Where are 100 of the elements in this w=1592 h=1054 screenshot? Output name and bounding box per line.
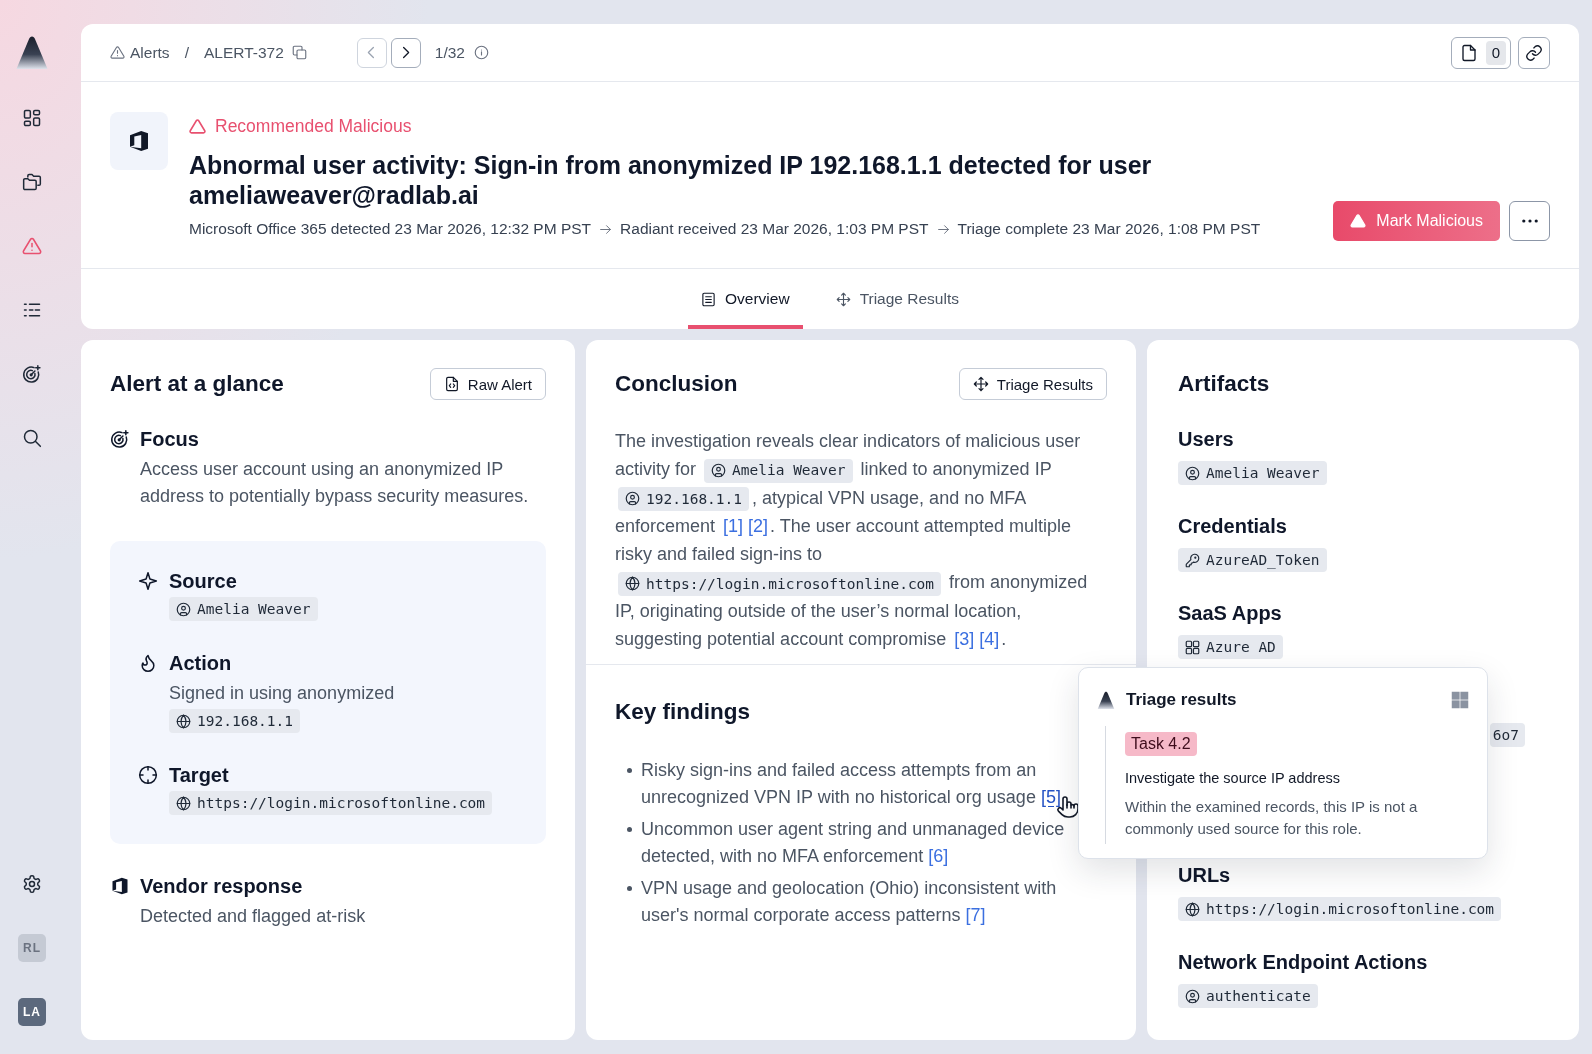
app-logo-icon [1097, 691, 1115, 709]
bullet-icon [627, 886, 632, 891]
triangle-icon [189, 117, 206, 135]
next-button[interactable] [390, 37, 421, 68]
app-logo-icon [15, 35, 49, 69]
globe-icon [1185, 901, 1200, 917]
user-circle-icon [1185, 988, 1200, 1004]
bullet-icon [627, 768, 632, 773]
user-avatar[interactable]: LA [18, 998, 46, 1026]
card-title: Key findings [615, 698, 751, 726]
task-description: Within the examined records, this IP is not a commonly used source for this role. [1125, 797, 1419, 839]
notes-button[interactable]: 0 [1451, 36, 1511, 69]
search-icon[interactable] [22, 428, 42, 448]
folders-icon[interactable] [22, 172, 42, 192]
entity-chip[interactable]: Amelia Weaver [1178, 461, 1327, 485]
entity-chip[interactable]: 192.168.1.1 [169, 709, 301, 733]
entity-chip[interactable]: AzureAD_Token [1178, 548, 1327, 572]
warning-icon [110, 45, 125, 60]
card-title: Artifacts [1178, 370, 1270, 398]
section-heading: URLs [1178, 863, 1232, 887]
breadcrumb-current: ALERT-372 [203, 43, 284, 62]
card-title: Alert at a glance [110, 370, 284, 398]
user-circle-icon [176, 601, 191, 617]
entity-chip[interactable]: authenticate [1178, 984, 1318, 1008]
popup-title: Triage results [1126, 690, 1237, 710]
page-counter: 1/32 [434, 43, 465, 62]
vendor-logo-icon [110, 112, 168, 170]
section-heading: Vendor response [140, 874, 303, 898]
section-heading: SaaS Apps [1178, 601, 1283, 625]
bullet-icon [627, 827, 632, 832]
citation-link[interactable]: [6] [928, 846, 949, 866]
finding-text: Risky sign-ins and failed access attempts from an unrecognized VPN IP with no historical org usage [5] [641, 757, 1071, 811]
section-heading: Focus [140, 427, 199, 451]
entity-chip[interactable]: https://login.microsoftonline.com [1178, 897, 1502, 921]
entity-chip[interactable]: https://login.microsoftonline.com [169, 791, 493, 815]
app-grid-icon [1185, 639, 1200, 655]
arrow-right-icon [936, 222, 950, 236]
file-icon [1460, 43, 1478, 62]
copy-icon[interactable] [291, 45, 307, 60]
entity-chip[interactable]: 192.168.1.1 [618, 486, 750, 511]
arrow-right-icon [599, 222, 613, 236]
alert-title: Abnormal user activity: Sign-in from anonymized IP 192.168.1.1 detected for user ameliaweaver@radlab.ai [189, 150, 1153, 210]
citation-link[interactable]: [4] [979, 629, 1000, 650]
move-arrows-icon [835, 291, 851, 307]
globe-icon [176, 713, 191, 729]
flame-icon [138, 653, 158, 673]
section-heading: Action [169, 651, 232, 675]
radar-icon [110, 429, 130, 449]
entity-chip[interactable]: https://login.microsoftonline.com [618, 571, 942, 596]
count-badge: 0 [1485, 40, 1506, 65]
focus-text: Access user account using an anonymized IP address to potentially bypass security measures. [140, 458, 530, 508]
more-icon [1521, 219, 1538, 223]
finding-text: Uncommon user agent string and unmanaged device detected, with no MFA enforcement [6] [641, 818, 1066, 868]
section-heading: Network Endpoint Actions [1178, 950, 1429, 974]
settings-icon[interactable] [22, 874, 42, 894]
citation-link[interactable]: [1] [723, 515, 744, 536]
vendor-logo-icon [110, 876, 130, 896]
warning-icon[interactable] [22, 236, 42, 256]
user-circle-icon [711, 463, 727, 479]
action-text: Signed in using anonymized [169, 682, 396, 705]
entity-chip[interactable]: Azure AD [1178, 635, 1283, 659]
tab[interactable]: Overview [688, 269, 803, 329]
verdict-label: Recommended Malicious [215, 115, 412, 137]
grid-icon[interactable] [22, 108, 42, 128]
timeline-entry: Triage complete 23 Mar 2026, 1:08 PM PST [957, 219, 1261, 239]
triage-results-button[interactable]: Triage Results [958, 368, 1107, 400]
move-arrows-icon [972, 376, 989, 392]
vendor-text: Detected and flagged at-risk [140, 905, 367, 928]
conclusion-text: The investigation reveals clear indicators of malicious user activity for Amelia Weaver linked to anonymized IP 192.168.1.1 , atypical VPN usage, and no MFA enforcement [1] [2]. The user account attempted multiple risky and failed sign-ins to https://login.microsoftonline.com from anonymized IP, originating outside of the user’s normal location, suggesting potential account compromise [3] [4]. [615, 430, 1089, 652]
file-code-icon [443, 376, 460, 392]
entity-chip[interactable]: Amelia Weaver [704, 458, 853, 483]
entity-chip[interactable]: Amelia Weaver [169, 597, 318, 621]
timeline-entry: Radiant received 23 Mar 2026, 1:03 PM PST [620, 219, 929, 239]
citation-link[interactable]: [3] [954, 629, 975, 650]
four-squares-icon [1451, 691, 1469, 709]
task-badge: Task 4.2 [1125, 732, 1197, 756]
link-button[interactable] [1518, 36, 1550, 69]
globe-icon [176, 795, 191, 811]
link-icon [1525, 43, 1543, 62]
entity-chip[interactable]: 6o7 [1489, 723, 1525, 747]
list-icon[interactable] [22, 300, 42, 320]
citation-link[interactable]: [2] [748, 515, 769, 536]
citation-link[interactable]: [7] [965, 905, 986, 925]
tab[interactable]: Triage Results [822, 269, 972, 329]
more-button[interactable] [1509, 201, 1550, 241]
triangle-icon [1350, 213, 1367, 229]
timeline-entry: Microsoft Office 365 detected 23 Mar 2026, 12:32 PM PST [189, 219, 592, 239]
raw-alert-button[interactable]: Raw Alert [429, 368, 546, 400]
user-circle-icon [1185, 465, 1200, 481]
document-lines-icon [701, 291, 716, 307]
breadcrumb-link[interactable]: Alerts [130, 43, 170, 62]
card-title: Conclusion [615, 370, 738, 398]
sparkle-icon [138, 571, 158, 591]
globe-icon [625, 576, 640, 592]
user-circle-icon [625, 491, 640, 507]
section-heading: Source [169, 569, 237, 593]
radar-icon[interactable] [22, 364, 42, 384]
crosshair-icon [138, 765, 158, 785]
citation-link[interactable]: [5] [1040, 787, 1061, 807]
key-icon [1185, 552, 1200, 568]
